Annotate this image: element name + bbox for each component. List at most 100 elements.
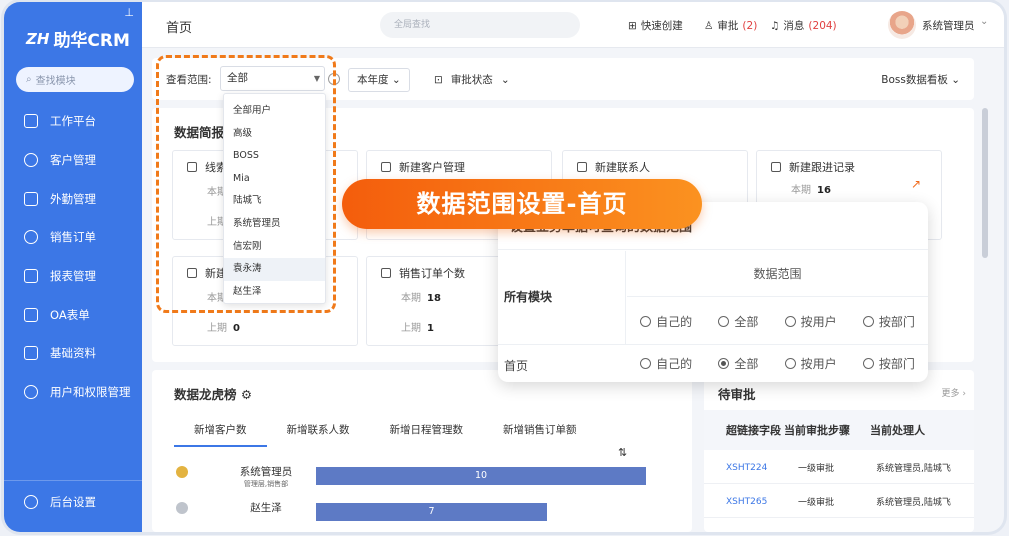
- dropdown-option[interactable]: 全部用户: [224, 100, 325, 123]
- radio-by-user[interactable]: 按用户: [784, 313, 837, 330]
- sort-icon[interactable]: ⇅: [618, 446, 627, 459]
- status-icon: ⊡: [434, 73, 443, 86]
- table-header: 超链接字段 当前审批步骤 当前处理人: [704, 410, 974, 450]
- logo: ZH 助华CRM: [26, 26, 130, 52]
- sidebar-item-field[interactable]: 外勤管理: [4, 179, 142, 218]
- chevron-down-icon: ⌄: [391, 74, 401, 86]
- rank-name: 赵生泽: [250, 502, 282, 514]
- all-modules-radio-group: 自己的 全部 按用户 按部门: [627, 298, 928, 344]
- rank-panel: 数据龙虎榜 ⚙ 新增客户数 新增联系人数 新增日程管理数 新增销售订单额 ⇅ 系…: [152, 370, 692, 532]
- board-select[interactable]: Boss数据看板 ⌄: [881, 72, 960, 87]
- dropdown-option[interactable]: 赵生泽: [224, 281, 325, 304]
- radio-by-user[interactable]: 按用户: [784, 355, 837, 372]
- rank-bar: 10: [316, 467, 646, 485]
- radio-all[interactable]: 全部: [718, 313, 758, 330]
- board-label: Boss数据看板: [881, 74, 948, 86]
- sidebar-search[interactable]: ⌕ 查找模块: [16, 67, 134, 92]
- module-name: 首页: [504, 359, 529, 373]
- home-radio-group: 自己的 全部 按用户 按部门: [627, 340, 928, 382]
- tab-new-schedules[interactable]: 新增日程管理数: [370, 422, 484, 447]
- record-link[interactable]: XSHT265: [704, 497, 782, 507]
- rank-row: 赵生泽 7: [176, 500, 656, 532]
- table-row[interactable]: XSHT224 一级审批 系统管理员,陆城飞: [704, 452, 974, 484]
- chevron-down-icon[interactable]: ⌄: [980, 16, 988, 27]
- silver-medal-icon: [176, 502, 188, 514]
- chevron-down-icon: ⌄: [951, 74, 960, 86]
- global-search-input[interactable]: 全局查找: [380, 12, 580, 38]
- tab-new-contacts[interactable]: 新增联系人数: [267, 422, 370, 447]
- dropdown-option[interactable]: 陆城飞: [224, 190, 325, 213]
- quick-create-button[interactable]: ⊞ 快速创建: [628, 18, 683, 33]
- sidebar-item-label: 用户和权限管理: [50, 385, 131, 400]
- pending-approval-panel: 待审批 更多 › 超链接字段 当前审批步骤 当前处理人 XSHT224 一级审批…: [704, 370, 974, 532]
- logo-text: 助华CRM: [53, 31, 130, 51]
- pin-icon[interactable]: ⊥: [124, 6, 134, 19]
- card-title: 新建跟进记录: [789, 161, 855, 174]
- sidebar-item-reports[interactable]: 报表管理: [4, 257, 142, 296]
- sidebar-item-label: 工作平台: [50, 114, 96, 129]
- dropdown-option-highlighted[interactable]: 袁永涛: [224, 258, 325, 281]
- radio-own[interactable]: 自己的: [640, 313, 692, 330]
- user-name[interactable]: 系统管理员: [922, 18, 975, 33]
- more-link[interactable]: 更多 ›: [942, 386, 966, 399]
- tab-new-order-amount[interactable]: 新增销售订单额: [483, 422, 597, 447]
- card-current: 本期 18: [401, 293, 441, 304]
- radio-icon: [862, 357, 874, 369]
- sidebar-item-oa[interactable]: OA表单: [4, 295, 142, 334]
- dropdown-option[interactable]: 高级: [224, 123, 325, 146]
- gear-icon[interactable]: ⚙: [241, 387, 252, 402]
- radio-icon: [862, 315, 874, 327]
- sidebar-search-placeholder: 查找模块: [35, 76, 76, 87]
- radio-all[interactable]: 全部: [718, 355, 758, 372]
- sidebar-item-label: 外勤管理: [50, 191, 96, 206]
- dropdown-option[interactable]: 信宏刚: [224, 236, 325, 259]
- sidebar-item-sales-orders[interactable]: 销售订单: [4, 218, 142, 257]
- sidebar-item-customers[interactable]: 客户管理: [4, 141, 142, 180]
- rank-title: 数据龙虎榜 ⚙: [174, 387, 253, 402]
- messages-count: (204): [808, 19, 837, 32]
- contact-icon: [577, 162, 587, 172]
- radio-by-dept[interactable]: 按部门: [862, 355, 915, 372]
- dropdown-option[interactable]: 系统管理员: [224, 213, 325, 236]
- sidebar-item-settings[interactable]: 后台设置: [4, 480, 142, 522]
- table-row[interactable]: XSHT265 一级审批 系统管理员,陆城飞: [704, 486, 974, 518]
- sidebar-item-basic-data[interactable]: 基础资料: [4, 334, 142, 373]
- radio-own[interactable]: 自己的: [640, 355, 692, 372]
- gold-medal-icon: [176, 466, 188, 478]
- data-range-dialog: 设置业务单据可查询的数据范围 所有模块 数据范围 自己的 全部 按用户 按部门 …: [498, 202, 928, 382]
- chevron-down-icon: ⌄: [500, 73, 510, 86]
- user-settings-icon: [24, 385, 38, 400]
- sidebar-item-label: 客户管理: [50, 153, 96, 168]
- approval-status-filter[interactable]: ⊡ 审批状态 ⌄: [434, 72, 510, 87]
- dropdown-option[interactable]: BOSS: [224, 145, 325, 168]
- radio-by-dept[interactable]: 按部门: [862, 313, 915, 330]
- header: 首页 全局查找 ⊞ 快速创建 ♙ 审批 (2) ♫ 消息 (204) 系统管理员 ⌄: [142, 2, 1004, 48]
- table-cell: 一级审批: [798, 464, 835, 474]
- card-prev: 上期 0: [207, 323, 240, 334]
- sidebar-item-label: 销售订单: [50, 230, 96, 245]
- table-cell: 系统管理员,陆城飞: [876, 464, 951, 474]
- sidebar-item-permissions[interactable]: 用户和权限管理: [4, 373, 142, 412]
- sidebar-item-label: 后台设置: [50, 494, 96, 509]
- trend-up-icon: ↗: [910, 177, 921, 191]
- sidebar-item-label: OA表单: [50, 307, 90, 322]
- scrollbar[interactable]: [982, 108, 988, 258]
- messages-button[interactable]: ♫ 消息 (204): [770, 18, 837, 33]
- record-link[interactable]: XSHT224: [704, 463, 782, 473]
- quick-create-label: 快速创建: [640, 20, 683, 32]
- year-select[interactable]: 本年度 ⌄: [348, 68, 410, 92]
- rank-dept: 管理层,销售部: [243, 480, 289, 488]
- rank-row: 系统管理员 管理层,销售部 10: [176, 464, 656, 500]
- card-title: 销售订单个数: [399, 267, 465, 280]
- page-title: 首页: [166, 21, 193, 36]
- monitor-icon: [24, 114, 38, 129]
- approval-button[interactable]: ♙ 审批 (2): [704, 18, 757, 33]
- dropdown-option[interactable]: Mia: [224, 168, 325, 191]
- avatar[interactable]: [888, 11, 916, 39]
- sidebar-item-workbench[interactable]: 工作平台: [4, 102, 142, 141]
- pending-title: 待审批: [718, 387, 756, 402]
- year-select-value: 本年度: [357, 74, 389, 86]
- approval-status-label: 审批状态: [450, 74, 493, 86]
- sidebar: ⊥ ZH 助华CRM ⌕ 查找模块 工作平台 客户管理 外勤管理 销售订单 报表…: [4, 2, 142, 532]
- tab-new-customers[interactable]: 新增客户数: [174, 422, 267, 447]
